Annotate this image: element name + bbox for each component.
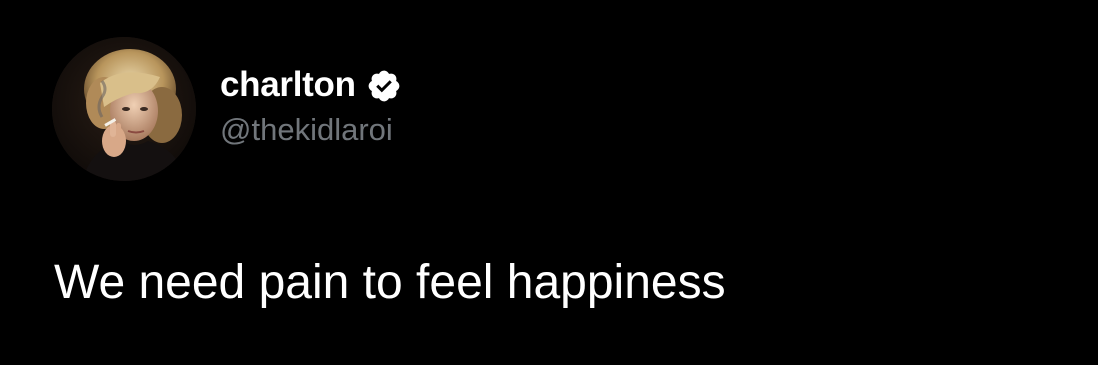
avatar-photo xyxy=(52,37,196,181)
verified-badge-icon xyxy=(366,68,402,104)
user-handle[interactable]: @thekidlaroi xyxy=(220,110,402,150)
avatar[interactable] xyxy=(52,37,196,181)
tweet-card: charlton @thekidlaroi We need pain to fe… xyxy=(0,0,1098,365)
author-block: charlton @thekidlaroi xyxy=(220,62,402,150)
name-row: charlton xyxy=(220,62,402,108)
display-name[interactable]: charlton xyxy=(220,62,356,108)
tweet-text: We need pain to feel happiness xyxy=(54,256,726,309)
